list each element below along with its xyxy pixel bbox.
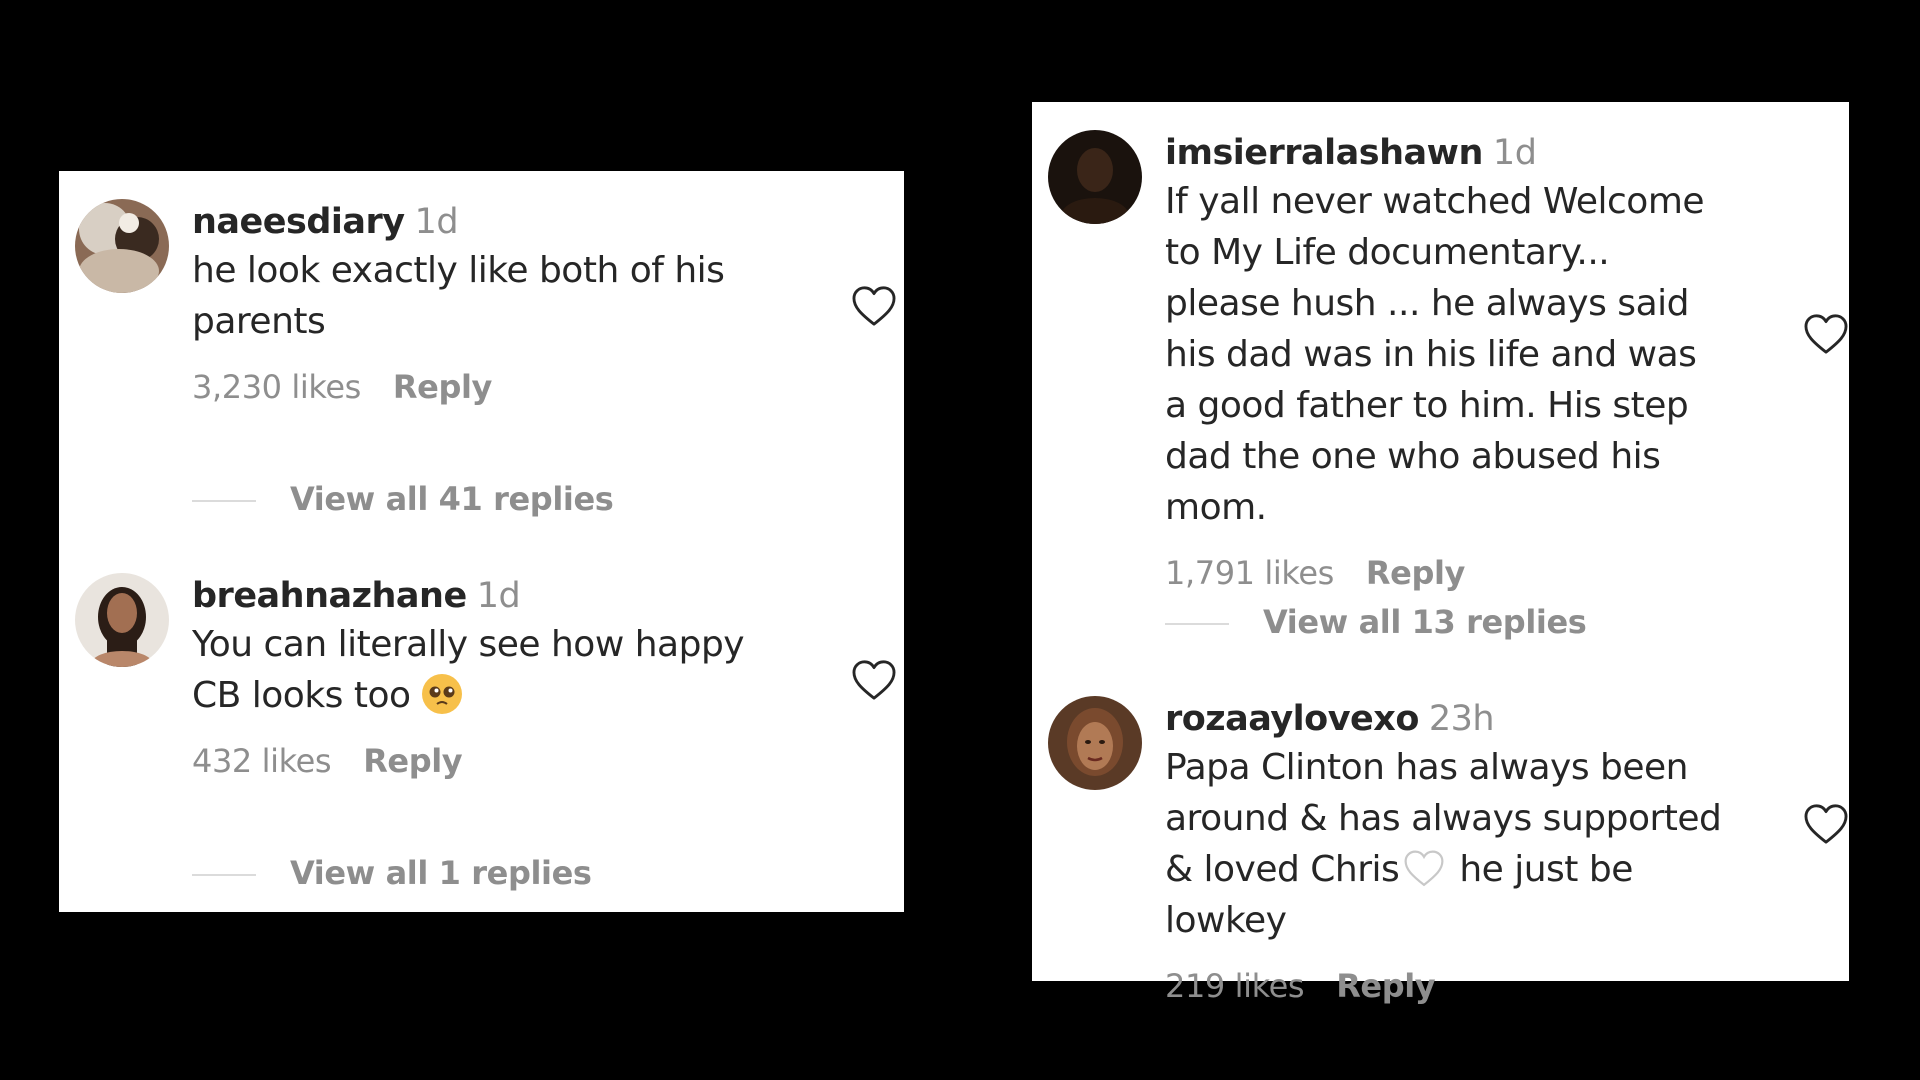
comment-header: naeesdiary 1d [192, 199, 752, 245]
reply-button[interactable]: Reply [1336, 967, 1435, 1005]
divider-line [192, 500, 256, 502]
comment-body: rozaaylovexo 23h Papa Clinton has always … [1165, 696, 1725, 1006]
timestamp[interactable]: 23h [1429, 699, 1495, 739]
comment-meta: 432 likes Reply [192, 741, 752, 781]
view-replies-label: View all 41 replies [290, 480, 614, 518]
comments-panel-right: imsierralashawn 1d If yall never watched … [1032, 102, 1849, 1005]
view-replies-button[interactable]: View all 41 replies [192, 479, 614, 519]
avatar[interactable] [75, 199, 169, 293]
timestamp[interactable]: 1d [415, 202, 459, 242]
comments-panel-left: naeesdiary 1d he look exactly like both o… [59, 171, 904, 912]
avatar-photo-icon [1048, 130, 1142, 224]
comment-text: he look exactly like both of his parents [192, 250, 725, 342]
timestamp[interactable]: 1d [477, 576, 521, 616]
divider-line [1165, 623, 1229, 625]
avatar-photo-icon [75, 199, 169, 293]
timestamp[interactable]: 1d [1493, 133, 1537, 173]
reply-button[interactable]: Reply [1366, 554, 1465, 592]
comment-text: If yall never watched Welcome to My Life… [1165, 181, 1705, 528]
likes-count[interactable]: 1,791 likes [1165, 554, 1334, 592]
likes-count[interactable]: 3,230 likes [192, 368, 361, 406]
comment-body: breahnazhane 1d You can literally see how… [192, 573, 752, 781]
username[interactable]: imsierralashawn [1165, 133, 1483, 173]
heart-outline-icon[interactable] [1803, 803, 1849, 845]
username[interactable]: naeesdiary [192, 202, 405, 242]
avatar-photo-icon [75, 573, 169, 667]
avatar[interactable] [1048, 130, 1142, 224]
avatar-photo-icon [1048, 696, 1142, 790]
heart-outline-icon[interactable] [851, 659, 897, 701]
reply-button[interactable]: Reply [363, 742, 462, 780]
avatar[interactable] [1048, 696, 1142, 790]
comment-header: imsierralashawn 1d [1165, 130, 1725, 176]
comment-header: rozaaylovexo 23h [1165, 696, 1725, 742]
view-replies-label: View all 13 replies [1263, 603, 1587, 641]
comment-header: breahnazhane 1d [192, 573, 752, 619]
comment-body: naeesdiary 1d he look exactly like both o… [192, 199, 752, 407]
likes-count[interactable]: 219 likes [1165, 967, 1305, 1005]
divider-line [192, 874, 256, 876]
username[interactable]: breahnazhane [192, 576, 467, 616]
comment-meta: 3,230 likes Reply [192, 367, 752, 407]
reply-button[interactable]: Reply [393, 368, 492, 406]
pleading-face-emoji-icon [421, 673, 463, 715]
white-heart-emoji-icon [1403, 849, 1445, 886]
comment-meta: 219 likes Reply [1165, 966, 1725, 1006]
likes-count[interactable]: 432 likes [192, 742, 332, 780]
view-replies-button[interactable]: View all 1 replies [192, 853, 592, 893]
heart-outline-icon[interactable] [1803, 313, 1849, 355]
comment-meta: 1,791 likes Reply [1165, 553, 1725, 593]
comment-body: imsierralashawn 1d If yall never watched … [1165, 130, 1725, 593]
username[interactable]: rozaaylovexo [1165, 699, 1419, 739]
comment-text: Papa Clinton has always been around & ha… [1165, 742, 1725, 946]
heart-outline-icon[interactable] [851, 285, 897, 327]
comment-text: You can literally see how happy CB looks… [192, 619, 752, 721]
comment-text-content: You can literally see how happy CB looks… [192, 624, 745, 716]
view-replies-label: View all 1 replies [290, 854, 592, 892]
view-replies-button[interactable]: View all 13 replies [1165, 602, 1587, 642]
avatar[interactable] [75, 573, 169, 667]
